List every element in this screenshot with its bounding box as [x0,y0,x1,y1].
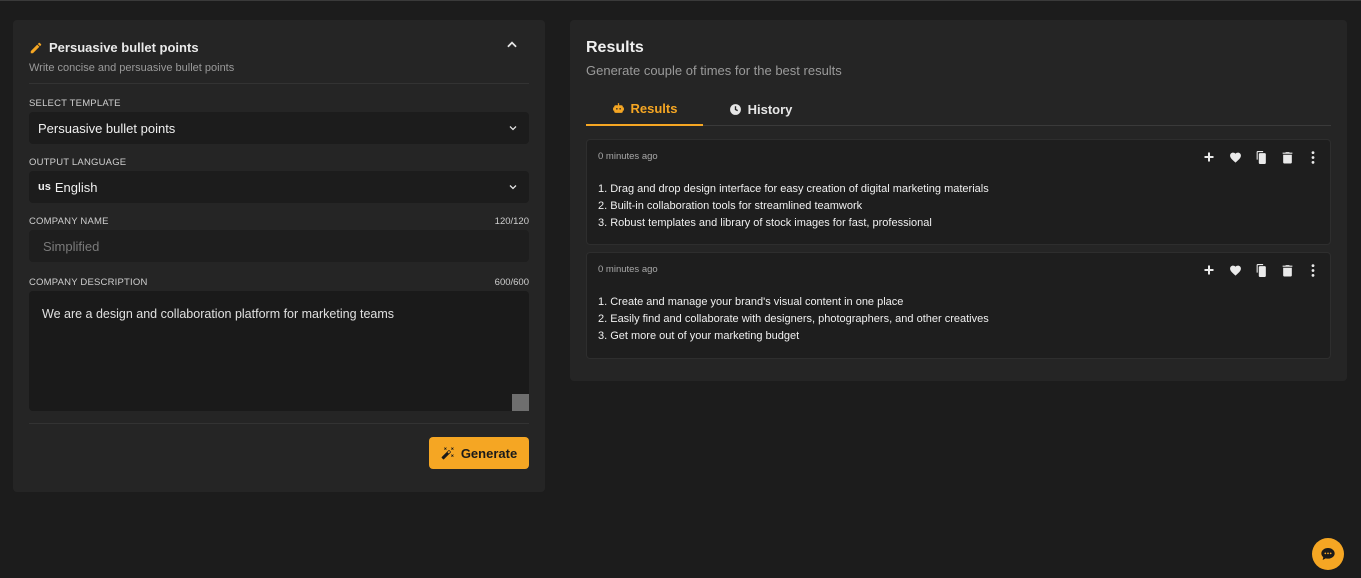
chevron-down-icon [509,185,517,190]
favorite-button[interactable] [1224,262,1246,278]
more-button[interactable] [1302,149,1324,165]
list-item: 3. Robust templates and library of stock… [598,217,932,229]
clock-icon [729,103,741,115]
form-title: Persuasive bullet points [49,40,199,55]
form-subtitle: Write concise and persuasive bullet poin… [29,62,235,74]
list-item: 2. Built-in collaboration tools for stre… [598,200,863,212]
list-item: 3. Get more out of your marketing budget [598,330,800,342]
tab-results-label: Results [630,100,678,116]
footer-divider [29,423,529,424]
company-description-label: COMPANY DESCRIPTION [29,277,148,288]
list-item: 2. Easily find and collaborate with desi… [598,313,989,325]
tab-results[interactable]: Results [586,92,703,126]
add-button[interactable] [1198,262,1220,278]
list-item: 1. Create and manage your brand's visual… [598,296,904,308]
company-name-placeholder: Simplified [43,238,100,254]
heart-icon [1229,265,1241,276]
trash-icon [1282,151,1292,163]
company-name-label: COMPANY NAME [29,216,109,227]
result-card: 0 minutes ago 1. Create and manage your … [586,252,1331,359]
language-select[interactable]: us English [29,171,529,203]
company-description-counter: 600/600 [494,277,529,288]
plus-icon [1204,152,1214,162]
delete-button[interactable] [1276,262,1298,278]
result-actions [1198,149,1324,165]
language-label: OUTPUT LANGUAGE [29,157,127,168]
more-button[interactable] [1302,262,1324,278]
copy-button[interactable] [1250,149,1272,165]
company-description-text: We are a design and collaboration platfo… [42,307,395,321]
list-item: 1. Drag and drop design interface for ea… [598,183,989,195]
chat-support-button[interactable] [1312,538,1344,570]
more-vertical-icon [1311,263,1315,277]
tab-history-label: History [747,101,793,117]
tab-history[interactable]: History [703,92,818,126]
generate-button[interactable]: Generate [429,437,529,469]
result-actions [1198,262,1324,278]
add-button[interactable] [1198,149,1220,165]
copy-button[interactable] [1250,262,1272,278]
template-select[interactable]: Persuasive bullet points [29,112,529,144]
trash-icon [1282,264,1292,276]
resize-handle[interactable] [512,394,529,411]
results-title: Results [586,39,644,56]
heart-icon [1229,152,1241,163]
magic-wand-icon [441,447,454,460]
language-select-value: English [54,179,98,195]
result-list: 1. Drag and drop design interface for ea… [598,181,989,232]
template-label: SELECT TEMPLATE [29,98,121,109]
chat-icon [1321,548,1335,560]
chevron-up-icon[interactable] [505,38,519,52]
top-border [0,0,1361,1]
results-panel: Results Generate couple of times for the… [570,20,1347,381]
robot-icon [612,102,624,113]
header-divider [29,83,529,84]
results-subtitle: Generate couple of times for the best re… [586,63,842,78]
us-flag-icon: us [38,181,51,193]
favorite-button[interactable] [1224,149,1246,165]
delete-button[interactable] [1276,149,1298,165]
copy-icon [1256,263,1266,277]
more-vertical-icon [1311,150,1315,164]
company-name-input[interactable]: Simplified [29,230,529,262]
plus-icon [1204,265,1214,275]
pencil-icon [30,42,42,53]
template-form-panel: Persuasive bullet points Write concise a… [13,20,545,492]
copy-icon [1256,150,1266,164]
template-select-value: Persuasive bullet points [38,120,176,136]
chevron-down-icon [509,126,517,131]
result-timestamp: 0 minutes ago [598,264,658,275]
form-header: Persuasive bullet points Write concise a… [29,40,529,74]
results-tabs: Results History [586,92,1331,126]
result-timestamp: 0 minutes ago [598,151,658,162]
company-name-counter: 120/120 [494,216,529,227]
company-description-textarea[interactable]: We are a design and collaboration platfo… [29,291,529,411]
result-card: 0 minutes ago 1. Drag and drop design in… [586,139,1331,245]
result-list: 1. Create and manage your brand's visual… [598,294,989,345]
generate-button-label: Generate [460,445,518,461]
